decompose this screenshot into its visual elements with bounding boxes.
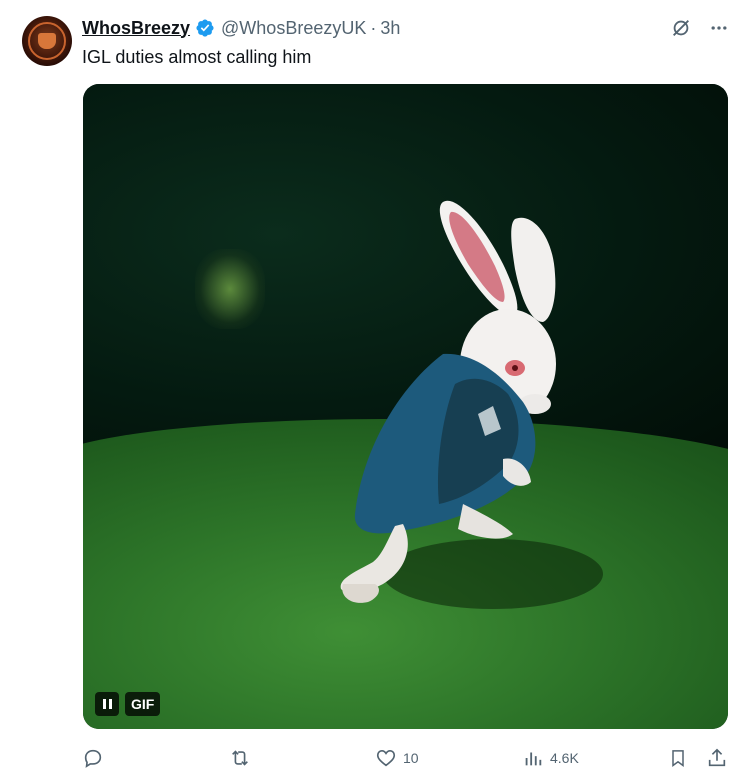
bookmark-button[interactable] [668, 747, 688, 769]
white-rabbit-illustration [340, 200, 556, 603]
reply-icon [84, 749, 102, 768]
pause-icon[interactable] [95, 692, 119, 716]
share-button[interactable] [706, 747, 728, 769]
views-button[interactable]: 4.6K [522, 747, 579, 769]
bookmark-icon [672, 750, 684, 767]
avatar-logo [38, 33, 56, 49]
gif-label: GIF [125, 692, 161, 716]
like-button[interactable]: 10 [375, 747, 419, 769]
gif-controls: GIF [95, 691, 161, 717]
author-name[interactable]: WhosBreezy [82, 18, 190, 39]
tweet-header: WhosBreezy @WhosBreezyUK · 3h [82, 16, 400, 40]
view-count: 4.6K [550, 750, 579, 766]
tweet-text: IGL duties almost calling him [82, 47, 312, 67]
verified-badge-icon[interactable] [195, 18, 215, 38]
retweet-button[interactable] [228, 747, 252, 769]
gif-media[interactable]: GIF [83, 84, 728, 729]
like-icon [376, 750, 396, 767]
share-icon [708, 748, 726, 767]
tweet-actions: 10 4.6K [82, 747, 732, 771]
author-handle[interactable]: @WhosBreezyUK [221, 18, 366, 39]
header-actions [669, 16, 731, 40]
timestamp[interactable]: 3h [380, 18, 400, 39]
like-count: 10 [403, 750, 419, 766]
more-icon[interactable] [707, 16, 731, 40]
separator-dot: · [370, 17, 377, 38]
views-icon [525, 752, 542, 766]
grok-icon[interactable] [669, 16, 693, 40]
avatar[interactable] [22, 16, 72, 66]
reply-button[interactable] [82, 747, 104, 769]
retweet-icon [232, 750, 248, 766]
